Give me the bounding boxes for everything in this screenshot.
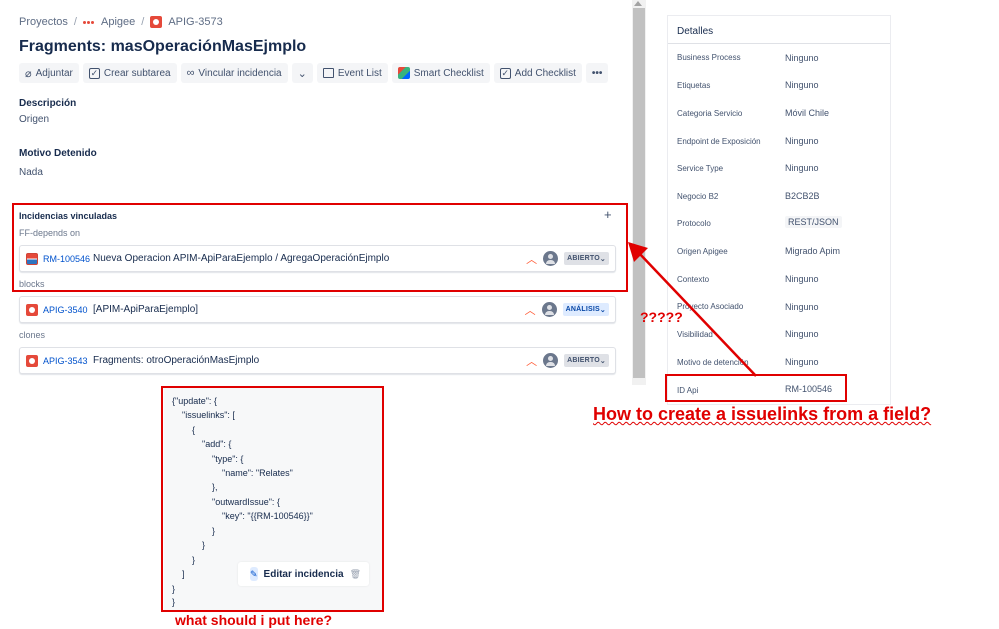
linked-issue-row[interactable]: APIG-3543 Fragments: otroOperaciónMasEjm…: [19, 347, 616, 374]
add-checklist-button[interactable]: ✓ Add Checklist: [493, 63, 582, 83]
annotation-bottom-question: what should i put here?: [175, 612, 333, 628]
protocol-tag[interactable]: REST/JSON: [785, 216, 842, 228]
avatar[interactable]: [543, 353, 559, 368]
motivo-detenido-label: Motivo Detenido: [19, 148, 97, 159]
code-line: "name": "Relates": [172, 468, 293, 478]
issue-key-link[interactable]: APIG-3543: [43, 356, 91, 366]
code-line: "outwardIssue": {: [172, 497, 280, 507]
issue-toolbar: ⌀ Adjuntar ✓ Crear subtarea ∞ Vincular i…: [19, 63, 609, 83]
bug-icon: [150, 16, 163, 28]
code-line: "issuelinks": [: [172, 410, 235, 420]
bug-icon: [26, 354, 38, 367]
details-field-value[interactable]: REST/JSON: [785, 216, 842, 228]
linked-issue-row[interactable]: APIG-3540 [APIM-ApiParaEjemplo] ︿ ANÁLIS…: [19, 296, 616, 323]
details-field-label: Protocolo: [677, 219, 711, 228]
details-field-value[interactable]: Ninguno: [785, 302, 819, 312]
motivo-detenido-value[interactable]: Nada: [19, 167, 43, 178]
details-field-label: Business Process: [677, 53, 741, 62]
breadcrumb-separator: /: [73, 16, 77, 28]
details-field-value[interactable]: Ninguno: [785, 163, 819, 173]
apigee-project-icon: [82, 19, 95, 25]
code-line: "key": "{{RM-100546}}": [172, 511, 313, 521]
status-dropdown[interactable]: ANÁLISIS ⌄: [562, 303, 609, 316]
page-title[interactable]: Fragments: masOperaciónMasEjmplo: [19, 38, 306, 56]
code-line: }: [172, 555, 196, 565]
subtask-icon: ✓: [88, 67, 100, 79]
details-title[interactable]: Detalles: [677, 26, 713, 37]
bug-icon: [26, 303, 38, 316]
issue-key-link[interactable]: APIG-3540: [43, 305, 91, 315]
chevron-down-icon: ⌄: [297, 67, 307, 80]
code-line: }: [172, 584, 176, 594]
details-field-value[interactable]: Ninguno: [785, 136, 819, 146]
code-line: },: [172, 482, 218, 492]
details-field-label: Endpoint de Exposición: [677, 137, 761, 146]
smart-checklist-icon: [397, 67, 410, 79]
issue-summary[interactable]: [APIM-ApiParaEjemplo]: [93, 304, 525, 315]
edit-issue-button[interactable]: ✎ Editar incidencia 🗑: [238, 562, 369, 586]
details-field-label: Negocio B2: [677, 192, 719, 201]
annotation-box-linked-issues: [12, 203, 628, 292]
code-line: "type": {: [172, 454, 244, 464]
avatar[interactable]: [541, 302, 557, 317]
description-label: Descripción: [19, 98, 77, 109]
annotation-question-marks: ?????: [640, 309, 683, 325]
details-field-label: Etiquetas: [677, 81, 711, 90]
details-field-value[interactable]: Ninguno: [785, 357, 819, 367]
description-value[interactable]: Origen: [19, 114, 49, 125]
pencil-icon: ✎: [250, 567, 258, 581]
breadcrumb: Proyectos / Apigee / APIG-3573: [19, 16, 223, 28]
breadcrumb-project[interactable]: Apigee: [101, 16, 135, 28]
status-dropdown[interactable]: ABIERTO ⌄: [564, 354, 609, 367]
list-icon: [322, 68, 334, 78]
breadcrumb-separator: /: [141, 16, 145, 28]
event-list-button[interactable]: Event List: [316, 63, 388, 83]
details-field-value[interactable]: Ninguno: [785, 80, 819, 90]
code-line: "add": {: [172, 439, 232, 449]
code-line: ]: [172, 569, 185, 579]
details-field-value[interactable]: Ninguno: [785, 329, 819, 339]
details-field-value[interactable]: Ninguno: [785, 53, 819, 63]
details-field-value[interactable]: Móvil Chile: [785, 108, 829, 118]
priority-high-icon: ︿: [526, 355, 538, 368]
breadcrumb-projects[interactable]: Proyectos: [19, 16, 68, 28]
code-line: {: [172, 425, 196, 435]
link-icon: ∞: [186, 67, 195, 79]
link-dropdown-button[interactable]: ⌄: [291, 63, 313, 83]
code-line: }: [172, 540, 206, 550]
paperclip-icon: ⌀: [25, 67, 32, 80]
scroll-up-icon[interactable]: [634, 1, 642, 6]
details-field-label: Service Type: [677, 164, 724, 173]
code-line: }: [172, 597, 176, 607]
breadcrumb-issue-key[interactable]: APIG-3573: [168, 16, 222, 28]
details-field-value[interactable]: B2CB2B: [785, 191, 820, 201]
checklist-icon: ✓: [499, 67, 511, 79]
more-actions-button[interactable]: •••: [585, 63, 609, 83]
code-line: }: [172, 526, 216, 536]
details-field-value[interactable]: Ninguno: [785, 274, 819, 284]
annotation-main-question: How to create a issuelinks from a field?: [593, 404, 932, 424]
details-divider: [668, 43, 890, 44]
create-subtask-button[interactable]: ✓ Crear subtarea: [82, 63, 177, 83]
link-relation-label: clones: [19, 330, 46, 340]
issue-summary[interactable]: Fragments: otroOperaciónMasEjmplo: [93, 355, 526, 366]
link-issue-button[interactable]: ∞ Vincular incidencia: [180, 63, 288, 83]
smart-checklist-button[interactable]: Smart Checklist: [391, 63, 490, 83]
more-icon: •••: [591, 67, 603, 79]
priority-high-icon: ︿: [524, 304, 536, 317]
details-field-value[interactable]: Migrado Apim: [785, 246, 840, 256]
attach-button[interactable]: ⌀ Adjuntar: [19, 63, 79, 83]
trash-icon[interactable]: 🗑: [350, 569, 361, 580]
code-line: {"update": {: [172, 396, 217, 406]
details-field-label: Categoria Servicio: [677, 109, 743, 118]
